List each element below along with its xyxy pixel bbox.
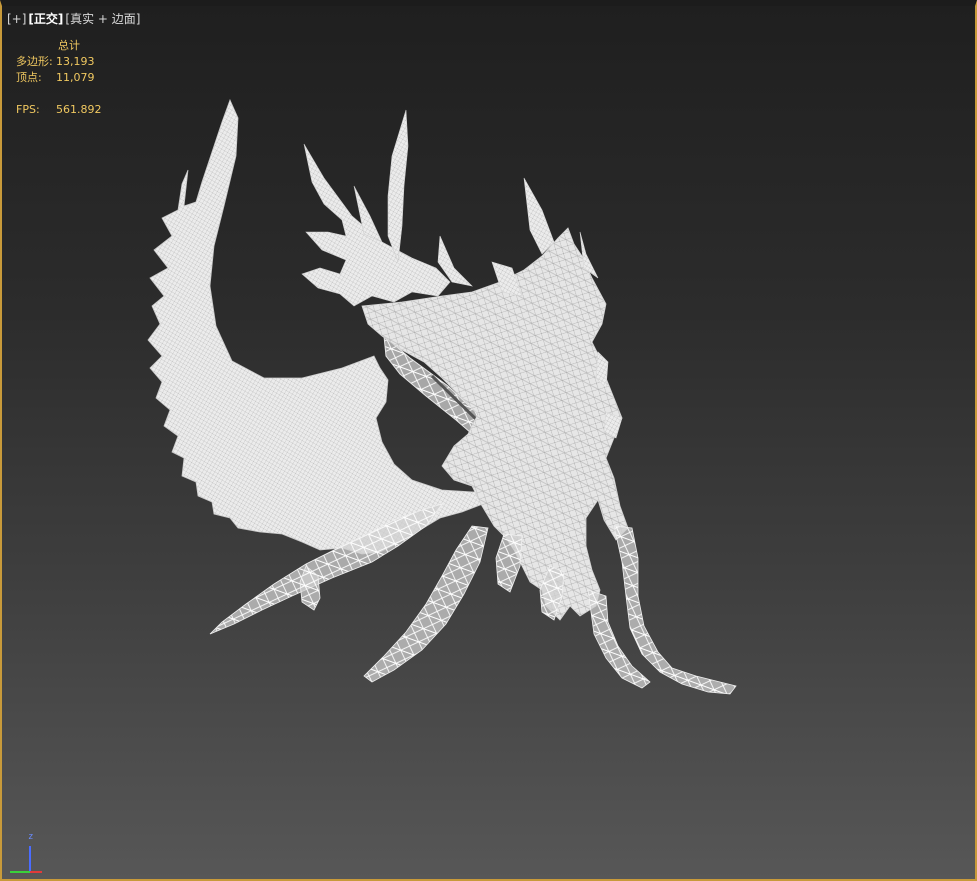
axis-z-label: z <box>28 832 34 842</box>
axis-tripod-icon <box>10 846 42 873</box>
dragon-body-mesh <box>361 177 629 621</box>
upper-wing-spikes <box>301 109 451 307</box>
axis-gizmo: z <box>6 832 46 876</box>
perspective-viewport[interactable]: [+] [正交] [真实 + 边面] 总计 多边形: 13,193 顶点: 11,079… <box>0 0 977 881</box>
winged-dragon-mesh[interactable] <box>2 6 977 881</box>
